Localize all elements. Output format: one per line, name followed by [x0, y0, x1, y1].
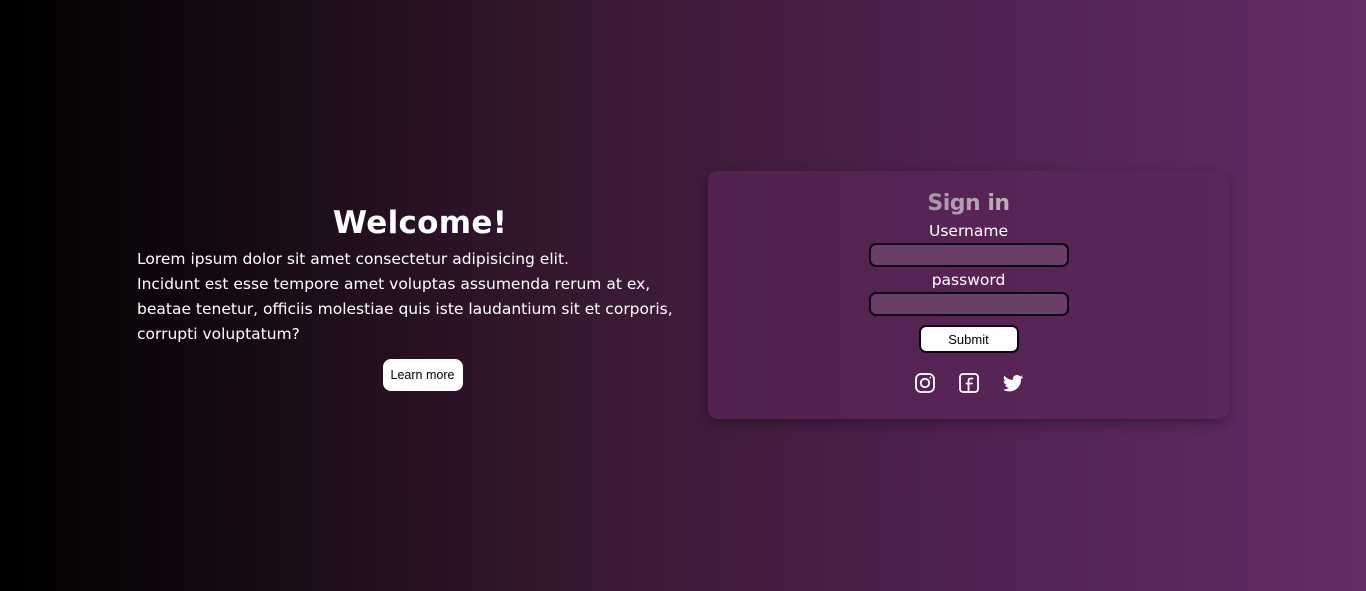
welcome-heading: Welcome! — [332, 205, 508, 241]
signin-title: Sign in — [708, 187, 1229, 221]
learn-more-button[interactable]: Learn more — [382, 359, 463, 391]
social-links — [708, 371, 1229, 395]
hero-description-line1: Lorem ipsum dolor sit amet consectetur a… — [137, 250, 569, 268]
twitter-icon[interactable] — [1001, 371, 1025, 395]
learn-more-wrapper: Learn more — [137, 359, 708, 391]
hero-section: Welcome! Lorem ipsum dolor sit amet cons… — [137, 203, 707, 391]
hero-description: Lorem ipsum dolor sit amet consectetur a… — [137, 247, 697, 347]
username-label: Username — [928, 222, 1008, 240]
password-label: password — [931, 271, 1006, 289]
facebook-icon[interactable] — [957, 371, 981, 395]
signin-card: Sign in Username password Submit — [708, 171, 1229, 419]
username-input[interactable] — [868, 243, 1069, 267]
password-input[interactable] — [868, 292, 1069, 316]
hero-description-line2: Incidunt est esse tempore amet voluptas … — [137, 275, 673, 343]
instagram-icon[interactable] — [913, 371, 937, 395]
submit-button[interactable]: Submit — [918, 325, 1019, 353]
